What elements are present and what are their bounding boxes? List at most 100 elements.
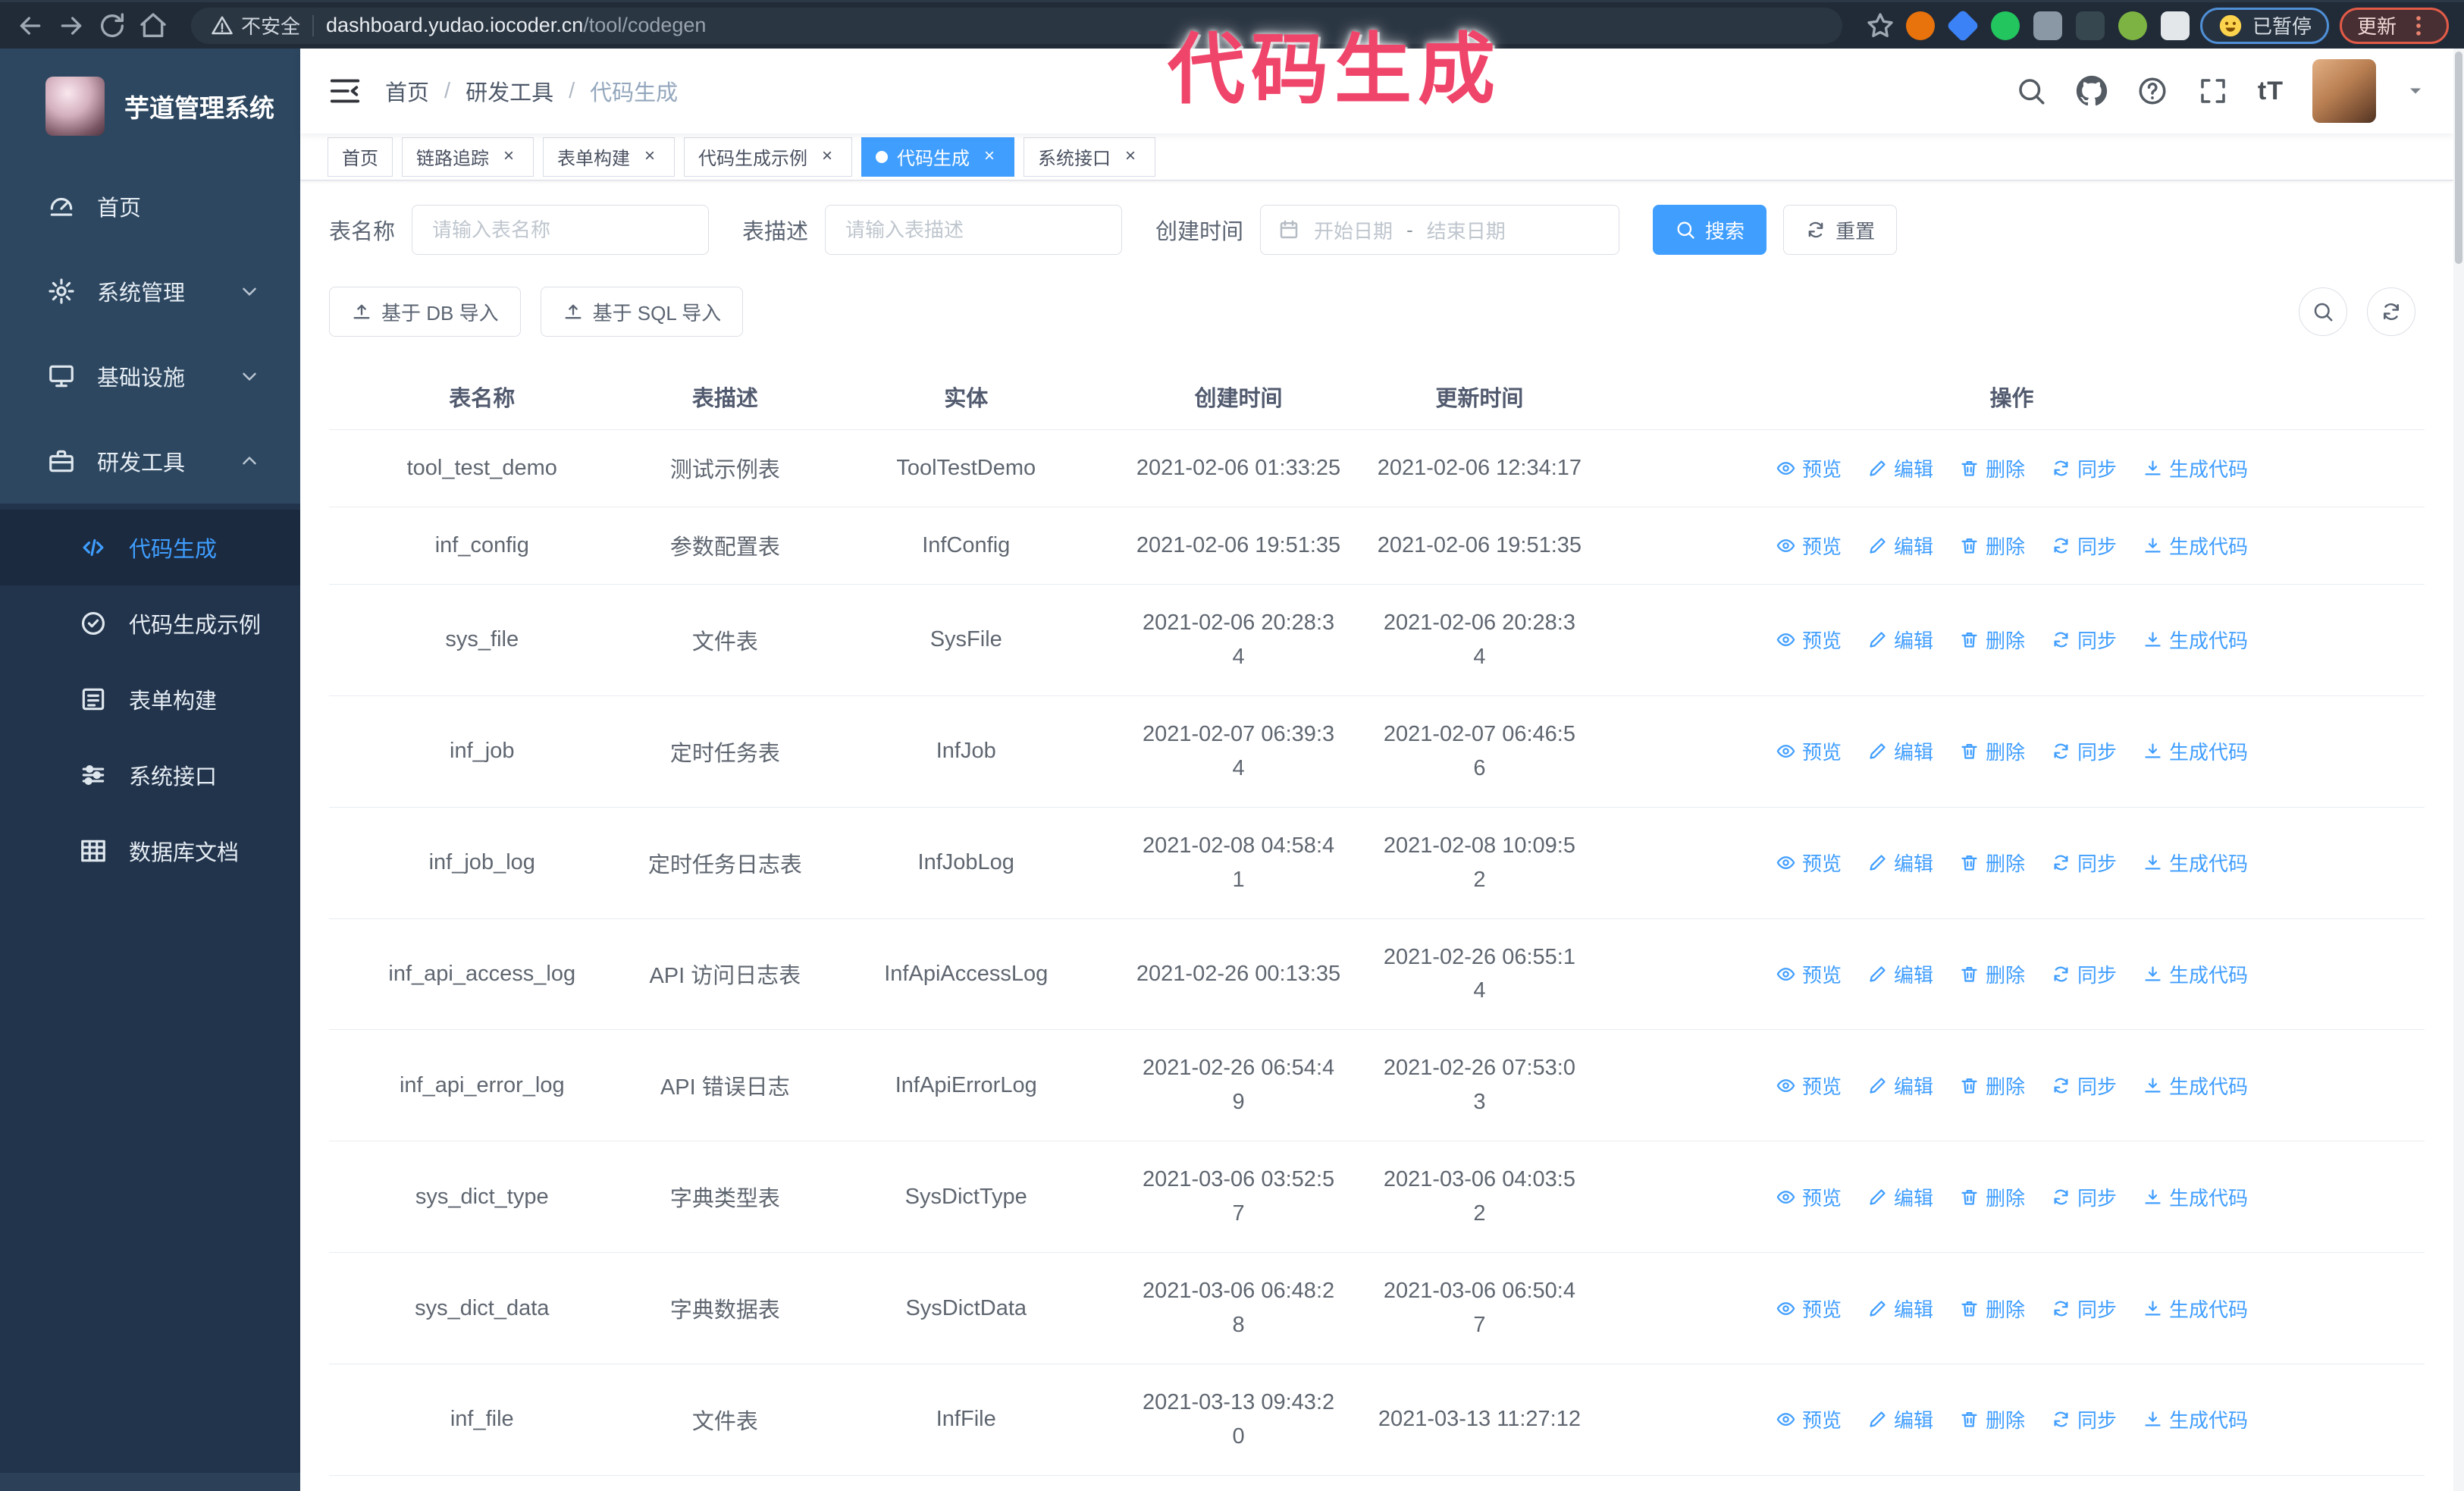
delete-link[interactable]: 删除	[1959, 849, 2025, 877]
delete-link[interactable]: 删除	[1959, 737, 2025, 765]
sync-link[interactable]: 同步	[2051, 849, 2117, 877]
generate-code-link[interactable]: 生成代码	[2143, 1405, 2248, 1433]
user-avatar[interactable]	[2312, 59, 2376, 123]
breadcrumb-item[interactable]: 首页	[385, 75, 429, 107]
avatar-caret-icon[interactable]	[2405, 80, 2426, 102]
delete-link[interactable]: 删除	[1959, 1183, 2025, 1211]
generate-code-link[interactable]: 生成代码	[2143, 1072, 2248, 1100]
sync-link[interactable]: 同步	[2051, 1405, 2117, 1433]
preview-link[interactable]: 预览	[1776, 1072, 1842, 1100]
browser-home-icon[interactable]	[138, 11, 168, 41]
bookmark-star-icon[interactable]	[1865, 11, 1895, 41]
preview-link[interactable]: 预览	[1776, 1183, 1842, 1211]
github-icon[interactable]	[2076, 75, 2108, 107]
tab-form-builder[interactable]: 表单构建 ×	[543, 137, 675, 177]
delete-link[interactable]: 删除	[1959, 1405, 2025, 1433]
breadcrumb-item[interactable]: 研发工具	[466, 75, 553, 107]
import-sql-button[interactable]: 基于 SQL 导入	[540, 287, 744, 337]
tab-tracing[interactable]: 链路追踪 ×	[402, 137, 534, 177]
sync-link[interactable]: 同步	[2051, 532, 2117, 560]
header-search-icon[interactable]	[2015, 75, 2047, 107]
generate-code-link[interactable]: 生成代码	[2143, 532, 2248, 560]
url-bar[interactable]: 不安全 dashboard.yudao.iocoder.cn/tool/code…	[191, 7, 1842, 44]
sidebar-item-form-builder[interactable]: 表单构建	[0, 661, 300, 737]
scrollbar-thumb[interactable]	[2455, 52, 2462, 264]
delete-link[interactable]: 删除	[1959, 532, 2025, 560]
close-icon[interactable]: ×	[979, 146, 1000, 168]
edit-link[interactable]: 编辑	[1867, 1183, 1933, 1211]
sync-link[interactable]: 同步	[2051, 1295, 2117, 1323]
browser-forward-icon[interactable]	[56, 11, 86, 41]
sync-link[interactable]: 同步	[2051, 626, 2117, 654]
sync-link[interactable]: 同步	[2051, 1072, 2117, 1100]
edit-link[interactable]: 编辑	[1867, 849, 1933, 877]
hamburger-icon[interactable]	[328, 74, 362, 108]
sidebar-item-home[interactable]: 首页	[0, 164, 300, 249]
sidebar-item-system[interactable]: 系统管理	[0, 249, 300, 334]
preview-link[interactable]: 预览	[1776, 960, 1842, 988]
edit-link[interactable]: 编辑	[1867, 737, 1933, 765]
preview-link[interactable]: 预览	[1776, 1295, 1842, 1323]
sync-link[interactable]: 同步	[2051, 1183, 2117, 1211]
tab-home[interactable]: 首页	[328, 137, 393, 177]
table-desc-input[interactable]	[825, 205, 1123, 255]
sidebar-item-infra[interactable]: 基础设施	[0, 334, 300, 419]
edit-link[interactable]: 编辑	[1867, 960, 1933, 988]
table-name-input[interactable]	[412, 205, 710, 255]
generate-code-link[interactable]: 生成代码	[2143, 626, 2248, 654]
generate-code-link[interactable]: 生成代码	[2143, 1295, 2248, 1323]
fullscreen-icon[interactable]	[2197, 75, 2229, 107]
tab-codegen-demo[interactable]: 代码生成示例 ×	[684, 137, 852, 177]
generate-code-link[interactable]: 生成代码	[2143, 849, 2248, 877]
edit-link[interactable]: 编辑	[1867, 626, 1933, 654]
help-icon[interactable]	[2136, 75, 2168, 107]
sidebar-logo-row[interactable]: 芋道管理系统	[0, 49, 300, 164]
generate-code-link[interactable]: 生成代码	[2143, 1183, 2248, 1211]
generate-code-link[interactable]: 生成代码	[2143, 960, 2248, 988]
edit-link[interactable]: 编辑	[1867, 1405, 1933, 1433]
generate-code-link[interactable]: 生成代码	[2143, 454, 2248, 482]
font-size-icon[interactable]: tT	[2258, 77, 2284, 106]
sidebar-item-codegen-demo[interactable]: 代码生成示例	[0, 585, 300, 661]
delete-link[interactable]: 删除	[1959, 626, 2025, 654]
paused-badge[interactable]: 已暂停	[2199, 7, 2329, 44]
browser-back-icon[interactable]	[15, 11, 45, 41]
generate-code-link[interactable]: 生成代码	[2143, 737, 2248, 765]
edit-link[interactable]: 编辑	[1867, 454, 1933, 482]
extension-icon-3[interactable]	[1990, 11, 2020, 40]
close-icon[interactable]: ×	[639, 146, 660, 168]
start-date-placeholder[interactable]: 开始日期	[1314, 216, 1393, 244]
close-icon[interactable]: ×	[817, 146, 838, 168]
extension-icon-6[interactable]	[2118, 11, 2147, 40]
menu-dots-icon[interactable]	[2406, 13, 2431, 39]
preview-link[interactable]: 预览	[1776, 737, 1842, 765]
close-icon[interactable]: ×	[1120, 146, 1141, 168]
extension-icon-5[interactable]	[2075, 11, 2105, 40]
preview-link[interactable]: 预览	[1776, 1405, 1842, 1433]
preview-link[interactable]: 预览	[1776, 626, 1842, 654]
toggle-search-button[interactable]	[2299, 287, 2347, 336]
extension-icon-1[interactable]	[1905, 11, 1935, 40]
sync-link[interactable]: 同步	[2051, 737, 2117, 765]
sidebar-item-system-api[interactable]: 系统接口	[0, 737, 300, 813]
tab-codegen[interactable]: 代码生成 ×	[861, 137, 1014, 177]
browser-reload-icon[interactable]	[97, 11, 127, 41]
delete-link[interactable]: 删除	[1959, 454, 2025, 482]
close-icon[interactable]: ×	[498, 146, 519, 168]
delete-link[interactable]: 删除	[1959, 960, 2025, 988]
update-badge[interactable]: 更新	[2339, 7, 2449, 44]
refresh-table-button[interactable]	[2367, 287, 2415, 336]
extension-icon-4[interactable]	[2033, 11, 2062, 40]
reset-button[interactable]: 重置	[1783, 205, 1898, 255]
delete-link[interactable]: 删除	[1959, 1295, 2025, 1323]
import-db-button[interactable]: 基于 DB 导入	[329, 287, 521, 337]
preview-link[interactable]: 预览	[1776, 849, 1842, 877]
security-chip[interactable]: 不安全	[211, 11, 300, 39]
sync-link[interactable]: 同步	[2051, 454, 2117, 482]
end-date-placeholder[interactable]: 结束日期	[1427, 216, 1506, 244]
tab-system-api[interactable]: 系统接口 ×	[1024, 137, 1155, 177]
extension-icon-2[interactable]	[1945, 8, 1980, 42]
sidebar-item-codegen[interactable]: 代码生成	[0, 510, 300, 585]
search-button[interactable]: 搜索	[1653, 205, 1767, 255]
edit-link[interactable]: 编辑	[1867, 532, 1933, 560]
